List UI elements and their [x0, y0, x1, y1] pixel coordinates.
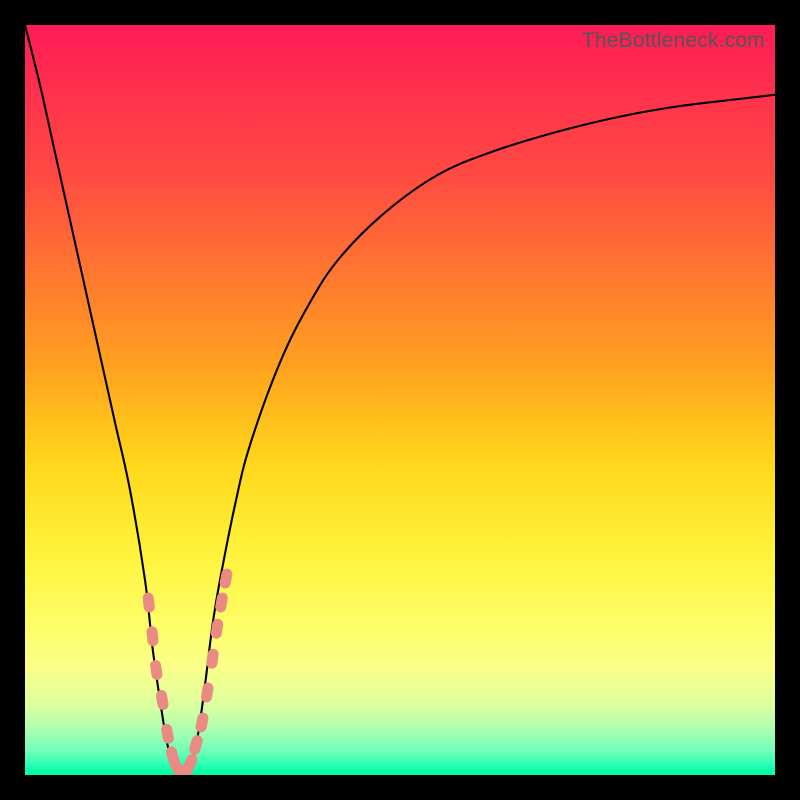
bottleneck-curve	[25, 25, 775, 775]
curve-marker	[155, 689, 169, 711]
watermark-text: TheBottleneck.com	[582, 29, 765, 53]
curve-marker	[146, 626, 159, 647]
curve-marker	[206, 648, 220, 669]
marker-group	[142, 568, 233, 775]
curve-marker	[149, 659, 163, 680]
plot-area: TheBottleneck.com	[25, 25, 775, 775]
curve-marker	[195, 712, 210, 734]
curve-marker	[200, 682, 214, 704]
chart-svg	[25, 25, 775, 775]
chart-frame: TheBottleneck.com	[0, 0, 800, 800]
curve-marker	[188, 734, 204, 756]
curve-marker	[142, 592, 155, 613]
curve-marker	[160, 723, 174, 745]
